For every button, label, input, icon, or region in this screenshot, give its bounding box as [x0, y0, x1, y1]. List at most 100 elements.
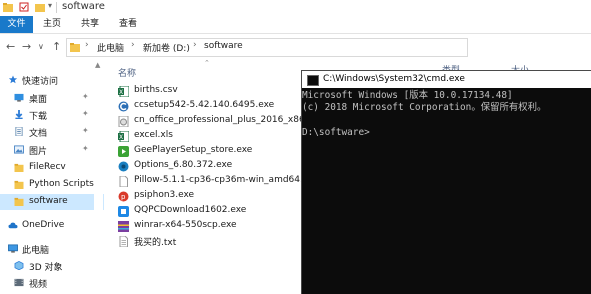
file-name: Pillow-5.1.1-cp36-cp36m-win_amd64.wh: [134, 175, 316, 185]
geeplayer-icon: [118, 146, 129, 157]
nav-label: 快速访问: [22, 77, 59, 87]
cloud-icon: [8, 222, 18, 229]
address-row: ← → ∨ ↑ › 此电脑 › 新加卷 (D:) › software: [0, 34, 591, 59]
file-row[interactable]: p psiphon3.exe: [118, 189, 318, 204]
nav-item-documents[interactable]: 文档 ✦: [0, 124, 104, 140]
breadcrumb-software[interactable]: software: [204, 41, 243, 51]
tab-home[interactable]: 主页: [38, 16, 66, 33]
address-bar[interactable]: › 此电脑 › 新加卷 (D:) › software: [66, 38, 468, 57]
nav-item-pictures[interactable]: 图片 ✦: [0, 142, 104, 158]
file-row[interactable]: Options_6.80.372.exe: [118, 159, 318, 174]
cmd-window[interactable]: C:\Windows\System32\cmd.exe Microsoft Wi…: [301, 70, 591, 294]
file-row[interactable]: GeePlayerSetup_store.exe: [118, 144, 318, 159]
file-row[interactable]: Pillow-5.1.1-cp36-cp36m-win_amd64.wh: [118, 174, 318, 189]
svg-text:X: X: [119, 89, 123, 96]
folder-icon: [70, 43, 80, 52]
psiphon-icon: p: [118, 191, 129, 202]
recent-locations-dropdown[interactable]: ∨: [38, 42, 44, 51]
file-name: excel.xls: [134, 130, 173, 140]
nav-label: 3D 对象: [29, 263, 63, 273]
quick-access-toolbar-dropdown[interactable]: ▾: [48, 1, 52, 10]
properties-icon[interactable]: [19, 2, 29, 12]
nav-item-videos[interactable]: 视频: [0, 275, 104, 291]
file-name: cn_office_professional_plus_2016_x86_x6: [134, 115, 321, 125]
nav-item-software[interactable]: software: [0, 194, 104, 210]
file-row[interactable]: X births.csv: [118, 84, 318, 99]
nav-label: Python Scripts: [29, 179, 94, 189]
back-button[interactable]: ←: [6, 40, 15, 53]
video-icon: [14, 278, 24, 287]
file-row[interactable]: cn_office_professional_plus_2016_x86_x6: [118, 114, 321, 129]
pin-icon[interactable]: ✦: [82, 109, 89, 118]
up-button[interactable]: ↑: [52, 40, 61, 53]
file-name: Options_6.80.372.exe: [134, 160, 233, 170]
excel-icon: X: [118, 86, 129, 97]
nav-scrollbar[interactable]: ▲: [94, 60, 103, 293]
nav-item-python-scripts[interactable]: Python Scripts: [0, 177, 104, 193]
file-row[interactable]: winrar-x64-550scp.exe: [118, 219, 318, 234]
nav-label: 视频: [29, 280, 48, 290]
new-folder-icon[interactable]: [35, 2, 45, 12]
file-name: QQPCDownload1602.exe: [134, 205, 247, 215]
tab-share[interactable]: 共享: [76, 16, 104, 33]
ribbon-tabs: 文件 主页 共享 查看: [0, 16, 591, 34]
nav-label: 图片: [29, 147, 48, 157]
cmd-console[interactable]: Microsoft Windows [版本 10.0.17134.48] (c)…: [302, 90, 591, 162]
breadcrumb-separator[interactable]: ›: [85, 40, 89, 50]
window-title: software: [62, 1, 105, 12]
file-name: psiphon3.exe: [134, 190, 195, 200]
breadcrumb-drive-d[interactable]: 新加卷 (D:): [143, 41, 190, 54]
cube-icon: [14, 261, 24, 270]
desktop-icon: [14, 93, 24, 102]
nav-item-this-pc[interactable]: 此电脑: [0, 241, 104, 257]
breadcrumb-separator[interactable]: ›: [193, 40, 197, 50]
nav-item-downloads[interactable]: 下载 ✦: [0, 107, 104, 123]
nav-label: 文档: [29, 129, 48, 139]
forward-button[interactable]: →: [22, 40, 31, 53]
pin-icon[interactable]: ✦: [82, 92, 89, 101]
nav-item-filerecv[interactable]: FileRecv: [0, 160, 104, 176]
breadcrumb-separator[interactable]: ›: [131, 40, 135, 50]
ccleaner-icon: [118, 101, 129, 112]
nav-item-onedrive[interactable]: OneDrive: [0, 218, 104, 234]
excel-icon: X: [118, 131, 129, 142]
text-file-icon: [119, 236, 128, 247]
file-name: ccsetup542-5.42.140.6495.exe: [134, 100, 275, 110]
document-icon: [15, 127, 23, 136]
tab-file[interactable]: 文件: [0, 16, 33, 33]
pin-icon[interactable]: ✦: [82, 144, 89, 153]
nav-item-quick-access[interactable]: 快速访问: [0, 72, 104, 88]
title-bar: ▾ software: [0, 0, 591, 16]
pin-icon[interactable]: ✦: [82, 126, 89, 135]
scroll-up-arrow[interactable]: ▲: [95, 61, 100, 69]
breadcrumb-this-pc[interactable]: 此电脑: [97, 41, 124, 54]
console-line: (c) 2018 Microsoft Corporation。保留所有权利。: [302, 102, 547, 113]
nav-item-3d-objects[interactable]: 3D 对象: [0, 258, 104, 274]
nav-label: 此电脑: [22, 246, 50, 256]
file-row[interactable]: 我买的.txt: [118, 234, 318, 249]
nav-item-desktop[interactable]: 桌面 ✦: [0, 90, 104, 106]
folder-icon: [14, 163, 24, 172]
cmd-icon: [307, 75, 319, 86]
console-prompt: D:\software>: [302, 127, 370, 138]
winrar-icon: [118, 221, 129, 232]
nav-label: 桌面: [29, 95, 48, 105]
folder-icon: [14, 197, 24, 206]
file-icon: [119, 176, 128, 187]
cmd-window-title: C:\Windows\System32\cmd.exe: [323, 74, 465, 84]
file-row[interactable]: QQPCDownload1602.exe: [118, 204, 318, 219]
picture-icon: [14, 145, 24, 154]
logitech-icon: [118, 161, 129, 172]
nav-label: OneDrive: [22, 220, 65, 230]
title-separator: [56, 2, 57, 13]
file-row[interactable]: ccsetup542-5.42.140.6495.exe: [118, 99, 318, 114]
file-name: 我买的.txt: [134, 238, 177, 248]
folder-icon: [3, 3, 13, 12]
file-row[interactable]: X excel.xls: [118, 129, 318, 144]
tab-view[interactable]: 查看: [114, 16, 142, 33]
nav-label: 下载: [29, 112, 48, 122]
cmd-title-bar[interactable]: C:\Windows\System32\cmd.exe: [302, 71, 591, 88]
column-header-name[interactable]: 名称: [118, 66, 136, 79]
star-icon: [8, 75, 18, 84]
disc-image-icon: [118, 116, 129, 127]
